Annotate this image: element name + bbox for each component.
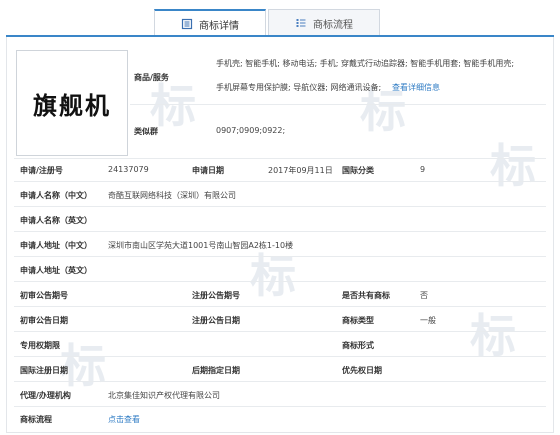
goods-line-1: 手机壳; 智能手机; 移动电话; 手机; 穿戴式行动追踪器; 智能手机用套; 智… bbox=[216, 59, 515, 68]
reg-no-value: 24137079 bbox=[108, 165, 149, 174]
agent-value: 北京集佳知识产权代理有限公司 bbox=[108, 391, 220, 400]
divider bbox=[14, 381, 546, 382]
goods-line-2: 手机屏幕专用保护膜; 导航仪器; 网络通讯设备; bbox=[216, 83, 382, 92]
divider bbox=[130, 104, 546, 105]
view-process-link[interactable]: 点击查看 bbox=[108, 414, 140, 425]
tab-label: 商标详情 bbox=[199, 20, 239, 32]
divider bbox=[14, 206, 546, 207]
app-date-value: 2017年09月11日 bbox=[268, 166, 333, 175]
applicant-cn-label: 申请人名称（中文） bbox=[20, 191, 92, 200]
similar-group-label: 类似群 bbox=[134, 127, 158, 136]
goods-label: 商品/服务 bbox=[134, 73, 169, 82]
view-details-link[interactable]: 查看详细信息 bbox=[392, 82, 440, 93]
tab-trademark-process[interactable]: 商标流程 bbox=[268, 9, 380, 36]
tab-trademark-details[interactable]: 商标详情 bbox=[154, 9, 266, 37]
intl-class-value: 9 bbox=[420, 165, 426, 174]
mark-form-label: 商标形式 bbox=[342, 341, 374, 350]
exclusive-period-label: 专用权期限 bbox=[20, 341, 60, 350]
tab-label: 商标流程 bbox=[313, 19, 353, 31]
prelim-date-label: 初审公告日期 bbox=[20, 316, 68, 325]
process-label: 商标流程 bbox=[20, 415, 52, 424]
divider bbox=[14, 356, 546, 357]
divider bbox=[14, 181, 546, 182]
address-cn-value: 深圳市南山区学苑大道1001号南山智园A2栋1-10楼 bbox=[108, 241, 294, 250]
mark-type-value: 一般 bbox=[420, 316, 436, 325]
divider bbox=[14, 406, 546, 407]
shared-value: 否 bbox=[420, 291, 428, 300]
later-date-label: 后期指定日期 bbox=[192, 366, 240, 375]
divider bbox=[14, 306, 546, 307]
applicant-cn-value: 奇酷互联网络科技（深圳）有限公司 bbox=[108, 191, 236, 200]
address-cn-label: 申请人地址（中文） bbox=[20, 241, 92, 250]
divider bbox=[14, 331, 546, 332]
divider bbox=[14, 231, 546, 232]
address-en-label: 申请人地址（英文） bbox=[20, 266, 92, 275]
divider bbox=[14, 281, 546, 282]
reg-ann-date-label: 注册公告日期 bbox=[192, 316, 240, 325]
reg-ann-no-label: 注册公告期号 bbox=[192, 291, 240, 300]
divider bbox=[14, 158, 546, 159]
app-date-label: 申请日期 bbox=[192, 166, 224, 175]
mark-type-label: 商标类型 bbox=[342, 316, 374, 325]
intl-class-label: 国际分类 bbox=[342, 166, 374, 175]
trademark-image: 旗舰机 bbox=[16, 50, 128, 156]
document-list-icon bbox=[181, 18, 193, 30]
trademark-text: 旗舰机 bbox=[33, 91, 111, 120]
intl-reg-date-label: 国际注册日期 bbox=[20, 366, 68, 375]
divider bbox=[14, 256, 546, 257]
tab-bar: 商标详情 商标流程 bbox=[0, 0, 560, 37]
prelim-no-label: 初审公告期号 bbox=[20, 291, 68, 300]
agent-label: 代理/办理机构 bbox=[20, 391, 71, 400]
similar-group-value: 0907;0909;0922; bbox=[216, 126, 286, 135]
trademark-detail-page: 标 标 标 标 标 标 商标详情 商标流程 旗舰机 商品/服务 手机壳; 智能手… bbox=[0, 0, 560, 435]
flow-list-icon bbox=[296, 19, 306, 27]
shared-label: 是否共有商标 bbox=[342, 291, 390, 300]
applicant-en-label: 申请人名称（英文） bbox=[20, 216, 92, 225]
reg-no-label: 申请/注册号 bbox=[20, 166, 63, 175]
priority-date-label: 优先权日期 bbox=[342, 366, 382, 375]
